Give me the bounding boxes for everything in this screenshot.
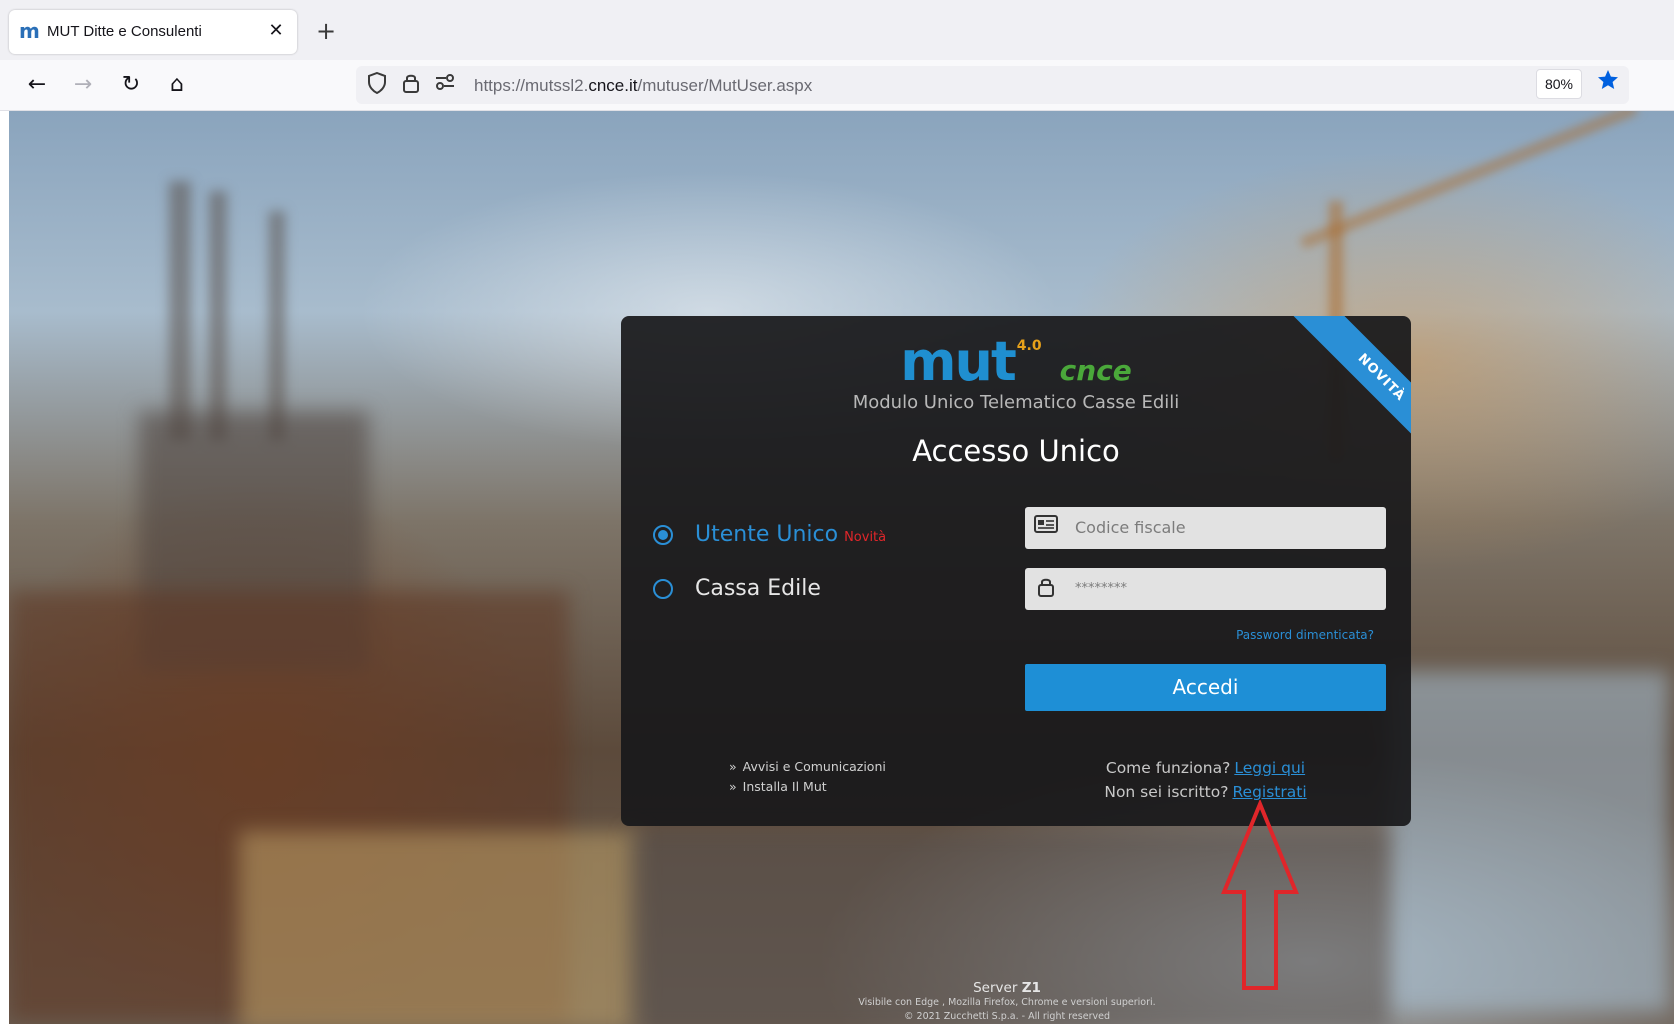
password-value: ******** [1075,581,1127,596]
register-link[interactable]: Registrati [1232,783,1306,801]
how-it-works-text: Come funziona? [1105,759,1231,777]
navigation-bar: ← → ↻ ⌂ https://mutssl2.cnce.it/mutuser/… [0,60,1674,111]
lock-icon[interactable] [398,72,424,98]
novita-badge: Novità [844,530,887,545]
cnce-logo: cnce [1059,354,1132,387]
radio-button-checked[interactable] [653,525,673,545]
browser-compat-note: Visibile con Edge , Mozilla Firefox, Chr… [858,997,1156,1008]
server-info: Server Z1 [612,980,1402,996]
mut-logo: mut 4.0 cnce [621,330,1411,393]
url-host: cnce.it [588,76,638,95]
radio-button-unchecked[interactable] [653,579,673,599]
fiscal-code-input[interactable]: Codice fiscale [1025,507,1386,549]
chevron-right-icon: » [729,779,737,794]
mut-version: 4.0 [1016,338,1042,354]
read-here-link[interactable]: Leggi qui [1234,759,1305,777]
lock-icon [1033,576,1059,602]
copyright: © 2021 Zucchetti S.p.a. - All right rese… [904,1011,1110,1022]
page-content: NOVITÀ mut 4.0cnce Modulo Unico Telematic… [9,111,1674,1024]
tab-title: MUT Ditte e Consulenti [47,23,202,40]
background-sky-right [1389,671,1669,1011]
fiscal-code-placeholder: Codice fiscale [1075,518,1186,537]
background-crane-arm [1300,111,1638,249]
browser-window: m MUT Ditte e Consulenti ✕ + ← → ↻ ⌂ htt… [0,0,1674,1024]
how-it-works-row: Come funziona? Leggi qui [1025,756,1386,780]
register-text: Non sei iscritto? [1104,783,1229,801]
forward-button[interactable]: → [66,68,100,102]
zoom-level-badge[interactable]: 80% [1536,69,1582,99]
side-links: » Avvisi e Comunicazioni » Installa Il Mut [729,757,886,797]
shield-icon[interactable] [364,71,390,98]
password-input[interactable]: ******** [1025,568,1386,610]
url-bar[interactable]: https://mutssl2.cnce.it/mutuser/MutUser.… [356,66,1629,104]
background-pillar [269,211,285,441]
forgot-password-link[interactable]: Password dimenticata? [1025,628,1374,642]
background-pillar [169,181,191,441]
reload-button[interactable]: ↻ [114,68,148,102]
url-text[interactable]: https://mutssl2.cnce.it/mutuser/MutUser.… [474,76,812,96]
help-links: Come funziona? Leggi qui Non sei iscritto… [1025,756,1386,804]
login-button[interactable]: Accedi [1025,664,1386,711]
page-footer: Server Z1 Visibile con Edge , Mozilla Fi… [612,980,1402,1024]
radio-label-text: Utente Unico [695,522,839,547]
tab-mut[interactable]: m MUT Ditte e Consulenti ✕ [9,10,297,54]
annotation-arrow-icon [1221,800,1299,990]
home-button[interactable]: ⌂ [160,68,194,102]
radio-label[interactable]: Utente Unico Novità [695,522,886,547]
link-installa-label: Installa Il Mut [742,779,827,794]
chevron-right-icon: » [729,759,737,774]
link-installa[interactable]: » Installa Il Mut [729,777,886,797]
app-subtitle: Modulo Unico Telematico Casse Edili [852,392,1180,413]
background-planks [239,831,639,1024]
tab-strip: m MUT Ditte e Consulenti ✕ + [0,0,1674,60]
id-card-icon [1033,515,1059,541]
close-tab-icon[interactable]: ✕ [265,20,287,42]
page-title: Accesso Unico [912,434,1120,468]
mut-logo-text: mut [900,330,1017,393]
url-prefix: https://mutssl2. [474,76,589,95]
background-pillar [209,191,227,441]
server-label: Server [973,980,1018,996]
link-avvisi-label: Avvisi e Comunicazioni [742,759,886,774]
link-avvisi[interactable]: » Avvisi e Comunicazioni [729,757,886,777]
mut-favicon-icon: m [19,19,40,43]
url-path: /mutuser/MutUser.aspx [637,76,813,95]
new-tab-button[interactable]: + [312,18,340,46]
register-row: Non sei iscritto? Registrati [1025,780,1386,804]
radio-label[interactable]: Cassa Edile [695,576,821,601]
back-button[interactable]: ← [20,68,54,102]
login-card: NOVITÀ mut 4.0cnce Modulo Unico Telematic… [621,316,1411,826]
permissions-icon[interactable] [432,72,458,98]
star-icon[interactable] [1592,68,1624,100]
server-id: Z1 [1021,980,1041,996]
